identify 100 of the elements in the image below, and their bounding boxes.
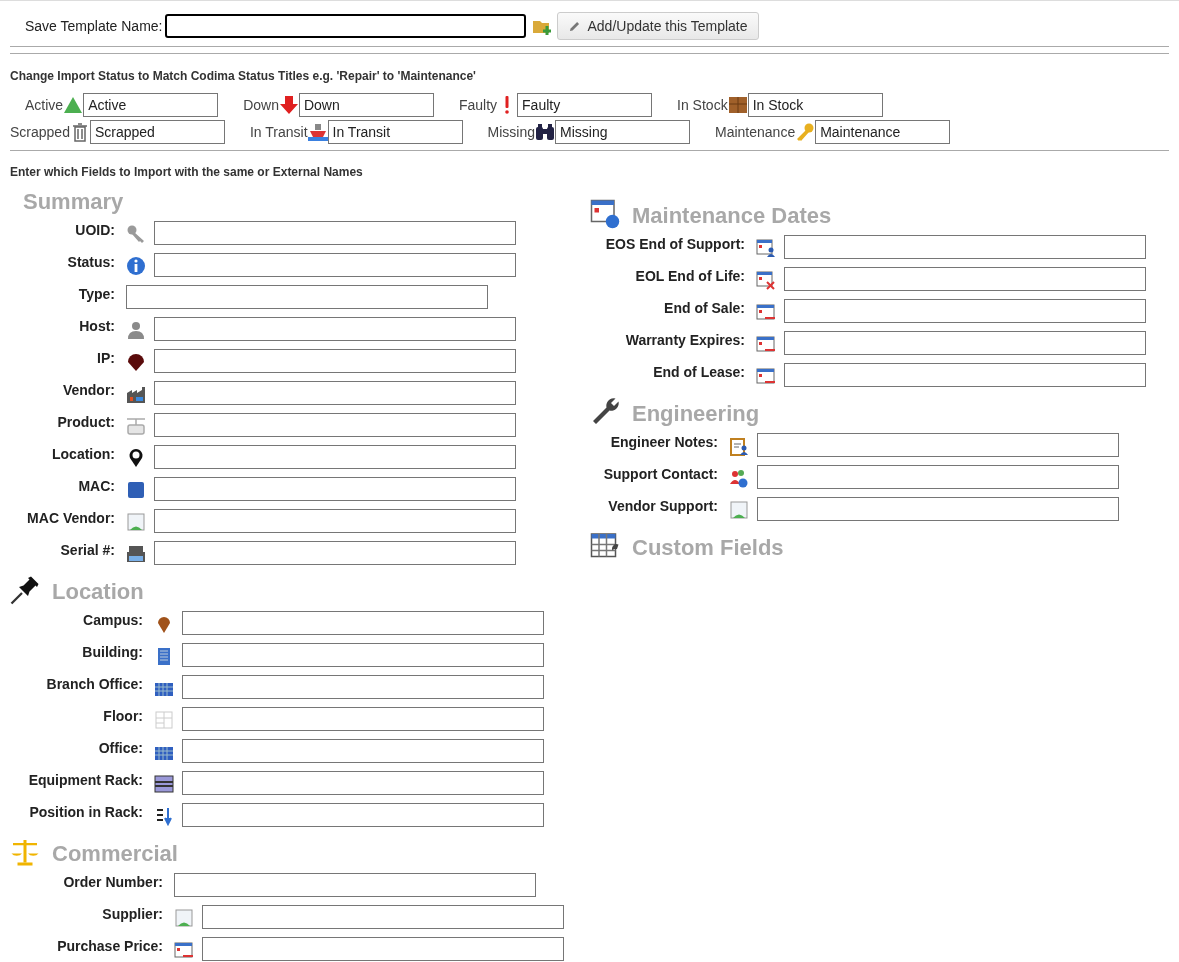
field-label: End of Lease: bbox=[652, 363, 745, 381]
cal-minus-icon bbox=[756, 302, 776, 322]
status-label: Missing bbox=[487, 122, 535, 142]
status-label: Down bbox=[243, 95, 279, 115]
field-input[interactable] bbox=[154, 477, 516, 501]
image-icon bbox=[174, 908, 194, 928]
section-heading: Location bbox=[52, 579, 144, 605]
field-label: Position in Rack: bbox=[28, 803, 143, 821]
field-input[interactable] bbox=[182, 611, 544, 635]
status-input[interactable]: Scrapped bbox=[89, 120, 225, 144]
field-input[interactable] bbox=[154, 445, 516, 469]
field-input[interactable] bbox=[202, 905, 564, 929]
field-label: IP: bbox=[96, 349, 115, 367]
sort-icon bbox=[154, 806, 174, 826]
status-input[interactable]: In Stock bbox=[747, 93, 883, 117]
field-input[interactable] bbox=[182, 643, 544, 667]
field-label: Type: bbox=[77, 285, 115, 303]
field-label: Campus: bbox=[82, 611, 143, 629]
status-label: In Transit bbox=[249, 122, 308, 142]
people-info-icon bbox=[729, 468, 749, 488]
status-label: In Stock bbox=[677, 95, 728, 115]
key-icon bbox=[126, 224, 146, 244]
status-input[interactable]: In Transit bbox=[327, 120, 463, 144]
field-input[interactable] bbox=[757, 497, 1119, 521]
field-label: Status: bbox=[66, 253, 115, 271]
status-label: Active bbox=[25, 95, 64, 115]
field-label: Product: bbox=[56, 413, 115, 431]
field-input[interactable] bbox=[784, 363, 1146, 387]
field-label: Support Contact: bbox=[602, 465, 718, 483]
field-input[interactable] bbox=[126, 285, 488, 309]
field-input[interactable] bbox=[784, 299, 1146, 323]
field-label: Warranty Expires: bbox=[624, 331, 745, 349]
field-input[interactable] bbox=[784, 331, 1146, 355]
triangle-icon bbox=[63, 95, 84, 115]
field-input[interactable] bbox=[154, 381, 516, 405]
status-heading: Change Import Status to Match Codima Status Titles e.g. 'Repair' to 'Maintenance' bbox=[9, 68, 477, 85]
key-icon bbox=[795, 122, 816, 142]
cal-info-icon bbox=[590, 199, 620, 229]
field-label: Location: bbox=[51, 445, 115, 463]
exclamation-icon bbox=[503, 95, 512, 115]
field-label: Floor: bbox=[102, 707, 143, 725]
status-input[interactable]: Maintenance bbox=[815, 120, 951, 144]
field-label: End of Sale: bbox=[663, 299, 745, 317]
field-input[interactable] bbox=[154, 349, 516, 373]
rack-icon bbox=[154, 774, 174, 794]
device-icon bbox=[126, 416, 146, 436]
status-input[interactable]: Active bbox=[83, 93, 219, 117]
person-icon bbox=[126, 320, 146, 340]
field-input[interactable] bbox=[174, 873, 536, 897]
factory-icon bbox=[126, 384, 146, 404]
field-label: Office: bbox=[97, 739, 143, 757]
cal-minus-icon bbox=[756, 366, 776, 386]
status-label: Maintenance bbox=[715, 122, 796, 142]
section-heading: Custom Fields bbox=[632, 535, 784, 561]
square-icon bbox=[126, 480, 146, 500]
image-icon bbox=[126, 512, 146, 532]
add-update-template-button[interactable]: Add/Update this Template bbox=[557, 12, 759, 40]
field-input[interactable] bbox=[784, 235, 1146, 259]
image-icon bbox=[729, 500, 749, 520]
field-input[interactable] bbox=[154, 253, 516, 277]
field-input[interactable] bbox=[182, 771, 544, 795]
field-label: UOID: bbox=[74, 221, 115, 239]
template-name-input[interactable] bbox=[165, 14, 527, 38]
status-input[interactable]: Down bbox=[298, 93, 434, 117]
ip-pin-icon bbox=[126, 352, 146, 372]
floor-plan-icon bbox=[154, 710, 174, 730]
field-input[interactable] bbox=[182, 803, 544, 827]
field-label: Equipment Rack: bbox=[27, 771, 143, 789]
field-input[interactable] bbox=[757, 433, 1119, 457]
field-input[interactable] bbox=[154, 221, 516, 245]
field-input[interactable] bbox=[154, 509, 516, 533]
section-heading: Summary bbox=[23, 189, 124, 215]
field-input[interactable] bbox=[757, 465, 1119, 489]
printer-icon bbox=[126, 544, 146, 564]
field-label: Serial #: bbox=[59, 541, 115, 559]
field-input[interactable] bbox=[154, 317, 516, 341]
field-input[interactable] bbox=[182, 707, 544, 731]
status-input[interactable]: Faulty bbox=[517, 93, 653, 117]
field-label: Order Number: bbox=[62, 873, 163, 891]
field-input[interactable] bbox=[182, 675, 544, 699]
status-input[interactable]: Missing bbox=[555, 120, 690, 144]
status-label: Faulty bbox=[458, 95, 498, 115]
field-input[interactable] bbox=[182, 739, 544, 763]
field-label: Branch Office: bbox=[45, 675, 143, 693]
field-label: Building: bbox=[81, 643, 143, 661]
section-heading: Commercial bbox=[52, 841, 178, 867]
field-input[interactable] bbox=[154, 413, 516, 437]
field-label: Supplier: bbox=[101, 905, 163, 923]
field-label: Vendor: bbox=[61, 381, 115, 399]
field-input[interactable] bbox=[784, 267, 1146, 291]
field-input[interactable] bbox=[202, 937, 564, 961]
info-icon bbox=[126, 256, 146, 276]
field-label: Host: bbox=[78, 317, 115, 335]
down-arrow-icon bbox=[278, 95, 299, 115]
field-label: Vendor Support: bbox=[607, 497, 718, 515]
ship-icon bbox=[307, 122, 328, 142]
pushpin-icon bbox=[10, 575, 40, 605]
field-label: EOS End of Support: bbox=[604, 235, 745, 253]
field-label: Purchase Price: bbox=[56, 937, 163, 955]
field-input[interactable] bbox=[154, 541, 516, 565]
